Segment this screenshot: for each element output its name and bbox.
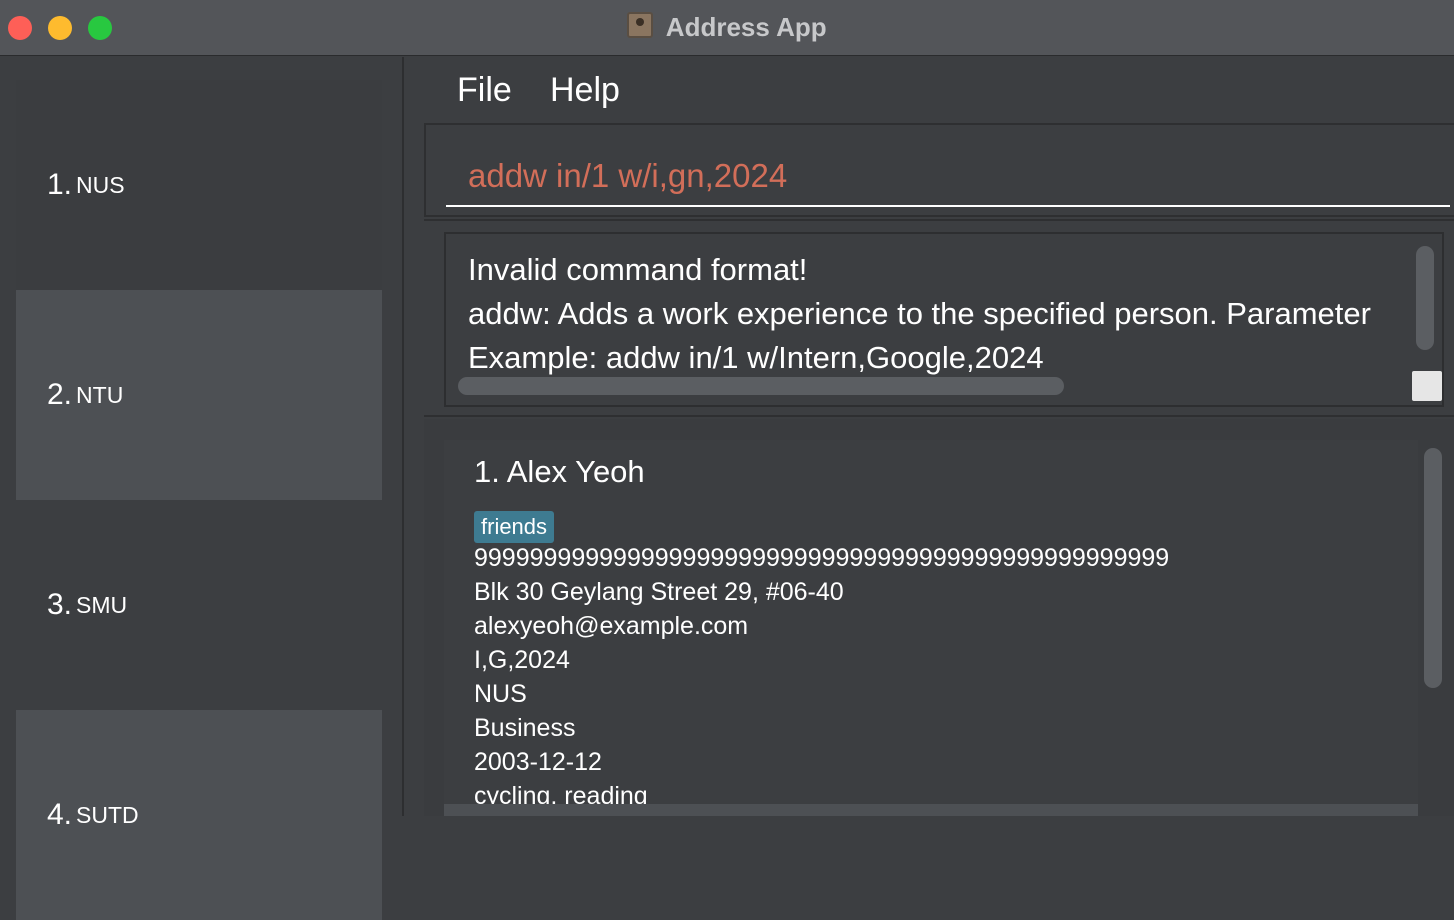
university-name: SUTD (76, 801, 139, 828)
menu-file[interactable]: File (457, 71, 512, 110)
person-list-panel: 1. Alex Yeoh friends 9999999999999999999… (424, 419, 1454, 816)
next-person-card[interactable] (444, 804, 1418, 816)
command-input[interactable] (446, 147, 1450, 207)
person-university: NUS (474, 680, 527, 708)
person-major: Business (474, 714, 576, 742)
person-card[interactable]: 1. Alex Yeoh friends 9999999999999999999… (444, 440, 1418, 810)
result-display-panel: Invalid command format! addw: Adds a wor… (424, 219, 1454, 417)
university-index: 1. (47, 168, 73, 201)
menu-bar: File Help (406, 57, 1454, 123)
person-list-scrollbar[interactable] (1424, 448, 1442, 688)
person-birthday: 2003-12-12 (474, 748, 602, 776)
person-work-experience: I,G,2024 (474, 646, 570, 674)
university-index: 3. (47, 588, 73, 621)
person-name: 1. Alex Yeoh (474, 454, 645, 489)
person-address: Blk 30 Geylang Street 29, #06-40 (474, 578, 844, 606)
person-phone: 9999999999999999999999999999999999999999… (474, 544, 1170, 572)
title-bar: Address App (0, 0, 1454, 56)
address-book-icon (627, 11, 654, 38)
university-index: 4. (47, 798, 73, 831)
university-name: NUS (76, 171, 125, 198)
person-tag: friends (474, 511, 555, 543)
university-item[interactable]: 1. NUS (16, 80, 382, 290)
scrollbar-corner (1412, 371, 1442, 401)
university-name: NTU (76, 381, 124, 408)
university-item[interactable]: 2. NTU (16, 290, 382, 500)
result-message: Invalid command format! addw: Adds a wor… (468, 252, 1371, 375)
university-item[interactable]: 4. SUTD (16, 710, 382, 920)
command-box (424, 123, 1454, 217)
result-horizontal-scrollbar[interactable] (458, 377, 1064, 395)
window-title: Address App (665, 12, 827, 42)
university-list-panel: 1. NUS 2. NTU 3. SMU 4. SUTD (0, 57, 404, 920)
person-email: alexyeoh@example.com (474, 612, 749, 640)
menu-help[interactable]: Help (550, 71, 620, 110)
university-list: 1. NUS 2. NTU 3. SMU 4. SUTD (16, 80, 382, 920)
university-item[interactable]: 3. SMU (16, 500, 382, 710)
university-name: SMU (76, 591, 128, 618)
result-vertical-scrollbar[interactable] (1416, 246, 1434, 350)
university-index: 2. (47, 378, 73, 411)
result-display: Invalid command format! addw: Adds a wor… (444, 232, 1444, 407)
